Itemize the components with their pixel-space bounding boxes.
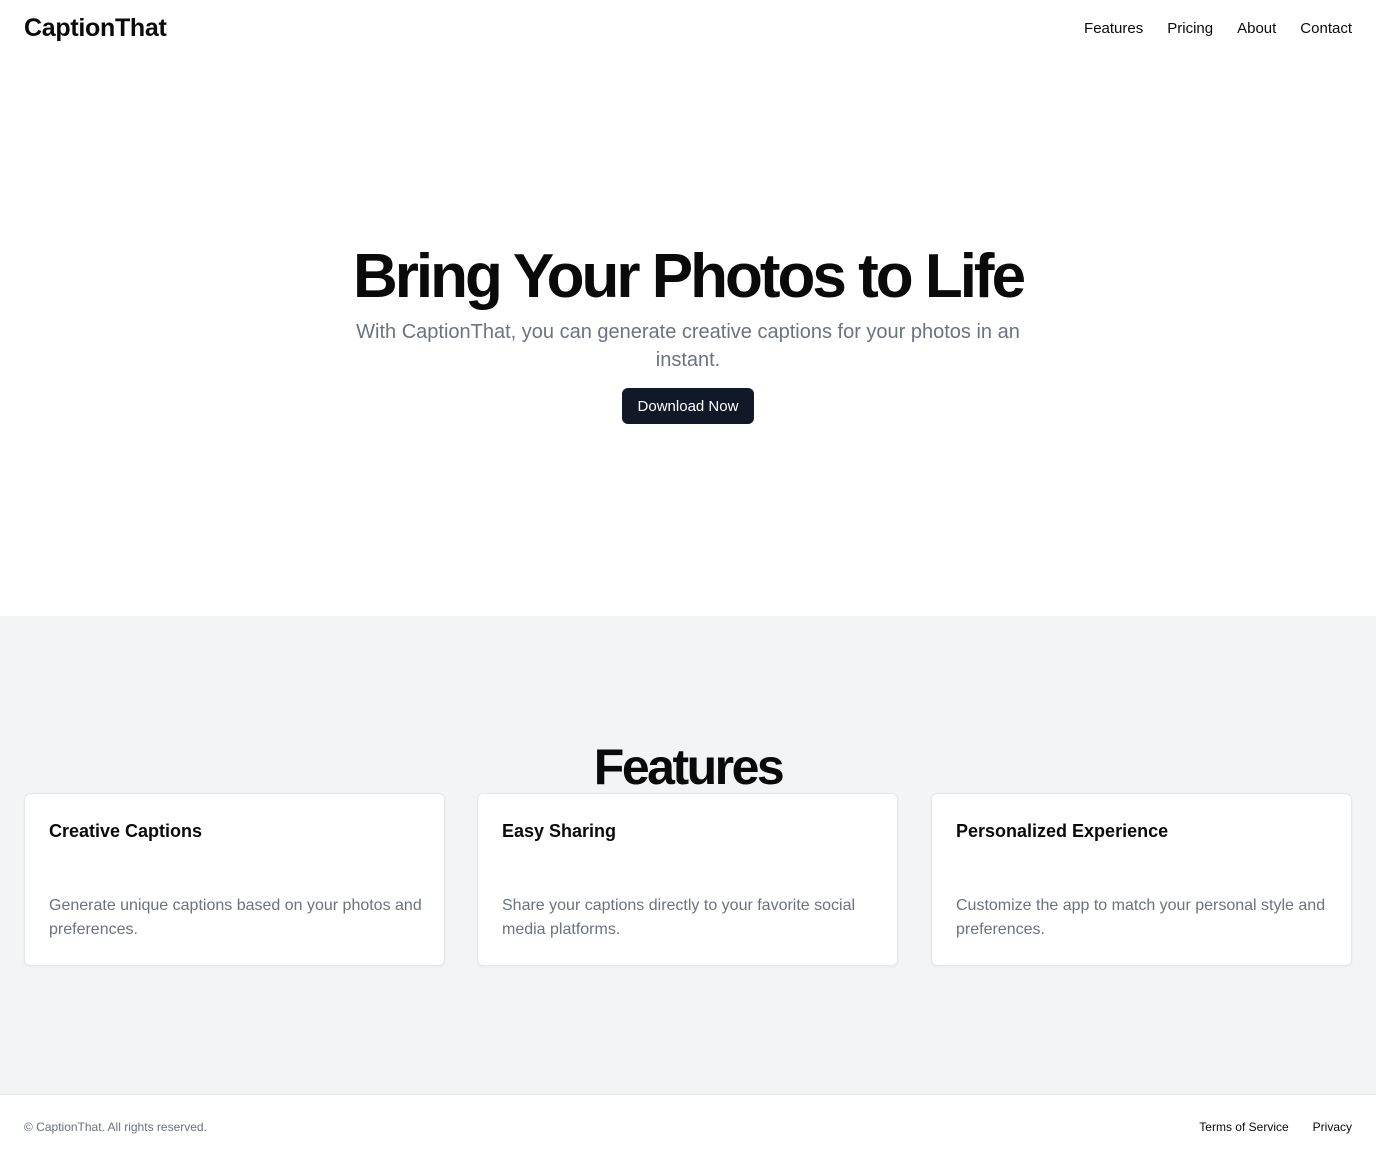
nav-link-pricing[interactable]: Pricing [1167,20,1213,37]
hero-title: Bring Your Photos to Life [352,242,1026,311]
features-heading: Features [593,739,785,795]
privacy-link[interactable]: Privacy [1313,1120,1352,1134]
site-footer: © CaptionThat. All rights reserved. Term… [0,1094,1376,1159]
brand-logo-link[interactable]: CaptionThat [24,14,167,43]
feature-card-title: Easy Sharing [502,821,617,841]
nav-link-about[interactable]: About [1237,20,1276,37]
main-nav: Features Pricing About Contact [1084,20,1352,37]
terms-of-service-link[interactable]: Terms of Service [1199,1120,1288,1134]
features-section: Features Creative Captions Generate uniq… [0,616,1376,1094]
hero-subtitle: With CaptionThat, you can generate creat… [356,321,1020,371]
hero-section: Bring Your Photos to Life With CaptionTh… [0,56,1376,616]
copyright-text: © CaptionThat. All rights reserved. [24,1120,207,1134]
feature-card-title: Personalized Experience [956,821,1169,841]
footer-links: Terms of Service Privacy [1199,1120,1352,1134]
nav-link-features[interactable]: Features [1084,20,1143,37]
nav-link-contact[interactable]: Contact [1300,20,1352,37]
feature-card-title: Creative Captions [49,821,203,841]
feature-card-easy-sharing: Easy Sharing Share your captions directl… [477,793,898,966]
feature-card-description: Share your captions directly to your fav… [502,897,856,938]
download-now-button[interactable]: Download Now [622,388,754,424]
site-header: CaptionThat Features Pricing About Conta… [0,0,1376,56]
feature-card-creative-captions: Creative Captions Generate unique captio… [24,793,445,966]
feature-card-personalized-experience: Personalized Experience Customize the ap… [931,793,1352,966]
feature-card-description: Generate unique captions based on your p… [49,897,422,938]
feature-card-description: Customize the app to match your personal… [956,897,1326,938]
